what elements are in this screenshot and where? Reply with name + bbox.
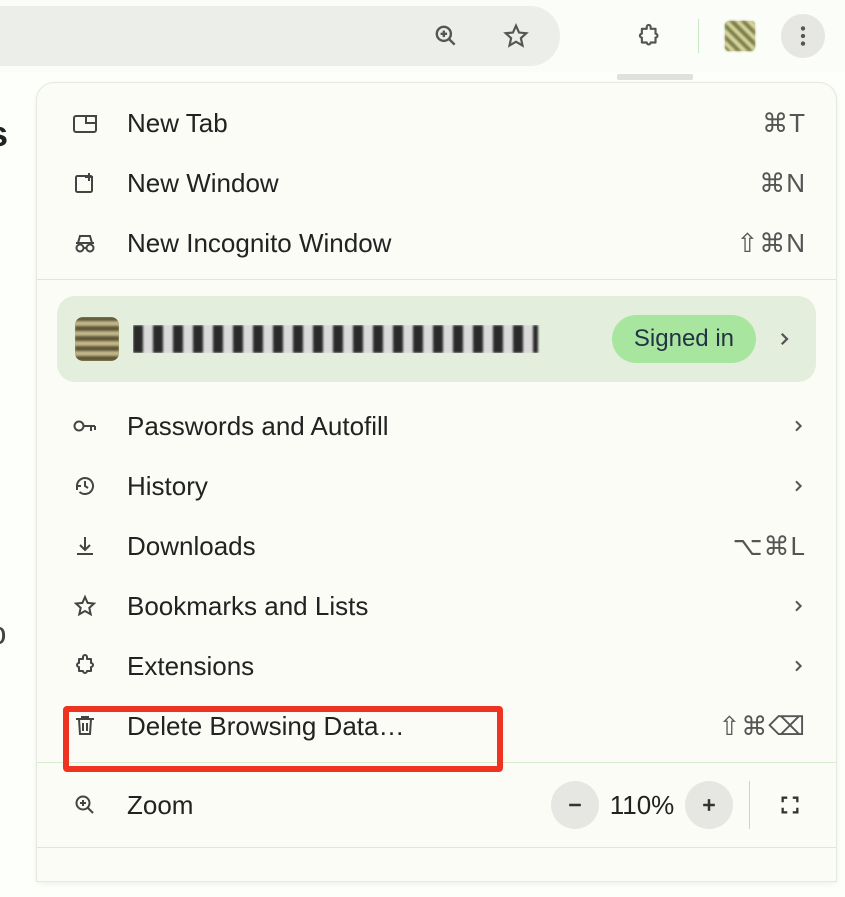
menu-item-zoom: Zoom 110% bbox=[37, 769, 836, 841]
toolbar-right bbox=[560, 14, 845, 58]
menu-item-label: New Incognito Window bbox=[109, 228, 736, 259]
zoom-in-icon[interactable] bbox=[424, 14, 468, 58]
extensions-icon[interactable] bbox=[628, 14, 672, 58]
kebab-menu-icon[interactable] bbox=[781, 14, 825, 58]
menu-item-shortcut: ⇧⌘⌫ bbox=[718, 711, 806, 742]
browser-toolbar bbox=[0, 0, 845, 72]
menu-item-shortcut: ⌘T bbox=[762, 108, 806, 139]
menu-item-shortcut: ⌘N bbox=[759, 168, 806, 199]
incognito-icon bbox=[61, 231, 109, 255]
zoom-value: 110% bbox=[599, 790, 685, 821]
menu-item-label: Bookmarks and Lists bbox=[109, 591, 790, 622]
chevron-right-icon bbox=[790, 418, 806, 434]
page-crop-text-3: ro bbox=[0, 615, 6, 652]
page-crop-text-1: s bbox=[0, 113, 8, 155]
menu-item-label: New Window bbox=[109, 168, 759, 199]
menu-item-label: Delete Browsing Data… bbox=[109, 711, 718, 742]
menu-item-label: Passwords and Autofill bbox=[109, 411, 790, 442]
chrome-main-menu: New Tab ⌘T New Window ⌘N New Incognito W… bbox=[36, 82, 837, 882]
menu-item-new-incognito[interactable]: New Incognito Window ⇧⌘N bbox=[37, 213, 836, 273]
key-icon bbox=[61, 415, 109, 437]
menu-item-shortcut: ⇧⌘N bbox=[736, 228, 806, 259]
zoom-label: Zoom bbox=[109, 790, 551, 821]
menu-item-passwords[interactable]: Passwords and Autofill bbox=[37, 396, 836, 456]
toolbar-separator bbox=[698, 19, 699, 53]
chevron-right-icon bbox=[770, 330, 798, 348]
menu-item-profile[interactable]: Signed in bbox=[57, 296, 816, 382]
chevron-right-icon bbox=[790, 478, 806, 494]
menu-item-new-window[interactable]: New Window ⌘N bbox=[37, 153, 836, 213]
chevron-right-icon bbox=[790, 598, 806, 614]
menu-separator bbox=[37, 279, 836, 280]
zoom-out-button[interactable] bbox=[551, 781, 599, 829]
star-outline-icon bbox=[61, 594, 109, 618]
chevron-right-icon bbox=[790, 658, 806, 674]
viewport: s i ro New Tab ⌘T New Window ⌘N New Inco… bbox=[0, 0, 845, 897]
zoom-separator bbox=[749, 781, 750, 829]
signed-in-badge: Signed in bbox=[612, 315, 756, 363]
profile-name-redacted bbox=[133, 325, 598, 353]
trash-icon bbox=[61, 714, 109, 738]
menu-separator bbox=[37, 847, 836, 848]
star-icon[interactable] bbox=[494, 14, 538, 58]
fullscreen-button[interactable] bbox=[766, 781, 814, 829]
history-icon bbox=[61, 474, 109, 498]
menu-item-label: Extensions bbox=[109, 651, 790, 682]
menu-item-shortcut: ⌥⌘L bbox=[733, 531, 806, 562]
menu-item-extensions[interactable]: Extensions bbox=[37, 636, 836, 696]
profile-avatar-icon bbox=[75, 317, 119, 361]
download-icon bbox=[61, 534, 109, 558]
profile-avatar-button[interactable] bbox=[725, 21, 755, 51]
puzzle-icon bbox=[61, 654, 109, 678]
zoom-in-button[interactable] bbox=[685, 781, 733, 829]
menu-separator bbox=[37, 762, 836, 763]
tab-icon bbox=[61, 112, 109, 134]
zoom-icon bbox=[61, 793, 109, 817]
menu-item-bookmarks[interactable]: Bookmarks and Lists bbox=[37, 576, 836, 636]
menu-item-delete-browsing-data[interactable]: Delete Browsing Data… ⇧⌘⌫ bbox=[37, 696, 836, 756]
menu-item-history[interactable]: History bbox=[37, 456, 836, 516]
menu-item-label: Downloads bbox=[109, 531, 733, 562]
avatar-underline bbox=[617, 74, 693, 80]
menu-item-new-tab[interactable]: New Tab ⌘T bbox=[37, 93, 836, 153]
menu-item-label: History bbox=[109, 471, 790, 502]
menu-item-label: New Tab bbox=[109, 108, 762, 139]
new-window-icon bbox=[61, 171, 109, 195]
menu-item-downloads[interactable]: Downloads ⌥⌘L bbox=[37, 516, 836, 576]
omnibox-right-end bbox=[0, 6, 560, 66]
